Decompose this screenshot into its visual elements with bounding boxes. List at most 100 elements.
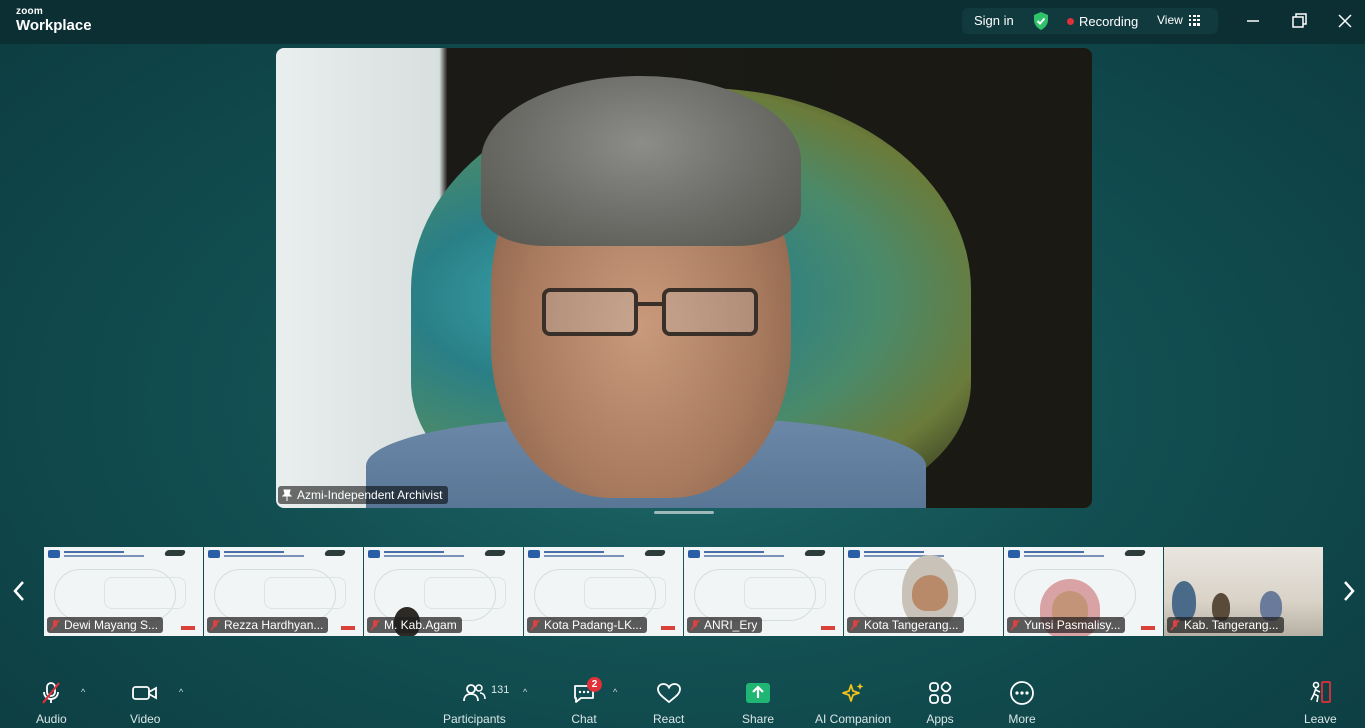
participant-thumbnail[interactable]: Yunsi Pasmalisy...	[1004, 547, 1163, 636]
shield-icon[interactable]	[1032, 11, 1050, 31]
participant-thumbnail[interactable]: Dewi Mayang S...	[44, 547, 203, 636]
plane-icon	[323, 550, 347, 556]
chevron-right-icon[interactable]	[1342, 578, 1356, 604]
plane-icon	[163, 550, 187, 556]
slide-logo	[848, 550, 860, 558]
slide-line	[384, 555, 464, 557]
participant-thumbnail[interactable]: Kota Padang-LK...	[524, 547, 683, 636]
leave-icon	[1306, 680, 1334, 706]
participant-thumbnail[interactable]: M. Kab.Agam	[364, 547, 523, 636]
ai-companion-label: AI Companion	[815, 712, 892, 726]
slide-line	[704, 555, 784, 557]
video-hair	[481, 76, 801, 246]
participant-thumbnail[interactable]: Kota Tangerang...	[844, 547, 1003, 636]
participant-name: Kab. Tangerang...	[1184, 618, 1279, 632]
resize-handle[interactable]	[654, 511, 714, 514]
view-label: View	[1157, 13, 1183, 27]
slide-logo	[528, 550, 540, 558]
view-button[interactable]: View	[1157, 13, 1200, 27]
plane-icon	[483, 550, 507, 556]
participant-name: Yunsi Pasmalisy...	[1024, 618, 1121, 632]
slide-bar	[821, 626, 835, 630]
thumbnail-strip: Dewi Mayang S... Rezza Hardhyan... M. Ka…	[44, 547, 1325, 636]
apps-label: Apps	[926, 712, 954, 726]
apps-button[interactable]: Apps	[926, 680, 954, 726]
audio-button[interactable]: Audio	[36, 680, 67, 726]
more-button[interactable]: More	[1008, 680, 1036, 726]
sparkle-icon	[839, 680, 867, 706]
video-options-chevron-icon[interactable]: ^	[179, 687, 183, 697]
more-icon	[1008, 680, 1036, 706]
video-button[interactable]: Video	[130, 680, 160, 726]
mic-off-icon	[1010, 619, 1020, 631]
participant-label: Rezza Hardhyan...	[207, 617, 329, 633]
heart-icon	[655, 680, 683, 706]
chat-options-chevron-icon[interactable]: ^	[613, 687, 617, 697]
ai-companion-button[interactable]: AI Companion	[815, 680, 891, 726]
slide-bar	[181, 626, 195, 630]
mic-off-icon	[690, 619, 700, 631]
share-icon	[744, 680, 772, 706]
participant-name: ANRI_Ery	[704, 618, 758, 632]
recording-label: Recording	[1079, 14, 1139, 29]
slide-logo	[368, 550, 380, 558]
mic-off-icon	[1170, 619, 1180, 631]
slide-line	[1024, 555, 1104, 557]
audio-options-chevron-icon[interactable]: ^	[81, 687, 85, 697]
slide-sketch	[264, 577, 346, 609]
mic-off-icon	[50, 619, 60, 631]
slide-logo	[1008, 550, 1020, 558]
share-button[interactable]: Share	[742, 680, 774, 726]
participant-label: Kota Tangerang...	[847, 617, 964, 633]
share-label: Share	[742, 712, 775, 726]
slide-sketch	[744, 577, 826, 609]
slide-line	[544, 555, 624, 557]
mic-off-icon	[37, 680, 65, 706]
brand-large: Workplace	[16, 17, 92, 34]
sign-in-button[interactable]: Sign in	[974, 13, 1014, 28]
chat-label: Chat	[571, 712, 597, 726]
participant-label: ANRI_Ery	[687, 617, 763, 633]
slide-sketch	[424, 577, 506, 609]
chevron-left-icon[interactable]	[12, 578, 26, 604]
participant-name: Kota Tangerang...	[864, 618, 959, 632]
restore-icon[interactable]	[1288, 10, 1310, 32]
recording-indicator[interactable]: Recording	[1067, 14, 1138, 29]
mic-off-icon	[370, 619, 380, 631]
apps-icon	[926, 680, 954, 706]
plane-icon	[1123, 550, 1147, 556]
chat-button[interactable]: 2 Chat	[570, 677, 602, 726]
participants-options-chevron-icon[interactable]: ^	[523, 687, 527, 697]
slide-logo	[48, 550, 60, 558]
participant-thumbnail[interactable]: Rezza Hardhyan...	[204, 547, 363, 636]
video-label: Video	[130, 712, 161, 726]
minimize-icon[interactable]	[1242, 10, 1264, 32]
participant-thumbnail[interactable]: Kab. Tangerang...	[1164, 547, 1323, 636]
title-bar: zoom Workplace Sign in Recording View	[0, 0, 1365, 44]
participant-label: Yunsi Pasmalisy...	[1007, 617, 1126, 633]
close-icon[interactable]	[1334, 10, 1356, 32]
participant-video	[1172, 581, 1196, 621]
participants-label: Participants	[443, 712, 506, 726]
slide-line	[704, 551, 764, 553]
react-button[interactable]: React	[653, 680, 684, 726]
main-video-tile[interactable]: Azmi-Independent Archivist	[276, 48, 1092, 508]
slide-logo	[688, 550, 700, 558]
chat-icon: 2	[570, 677, 602, 706]
slide-sketch	[584, 577, 666, 609]
participants-count: 131	[491, 684, 510, 696]
slide-bar	[1141, 626, 1155, 630]
chat-unread-badge: 2	[587, 677, 602, 692]
participants-icon	[460, 680, 488, 706]
mic-off-icon	[530, 619, 540, 631]
participant-name: Rezza Hardhyan...	[224, 618, 324, 632]
participant-label: M. Kab.Agam	[367, 617, 462, 633]
slide-line	[64, 551, 124, 553]
participant-thumbnail[interactable]: ANRI_Ery	[684, 547, 843, 636]
participant-name: Dewi Mayang S...	[64, 618, 159, 632]
brand-small: zoom	[16, 6, 43, 17]
plane-icon	[643, 550, 667, 556]
participant-label: Kota Padang-LK...	[527, 617, 648, 633]
leave-button[interactable]: Leave	[1304, 680, 1337, 726]
slide-line	[1024, 551, 1084, 553]
